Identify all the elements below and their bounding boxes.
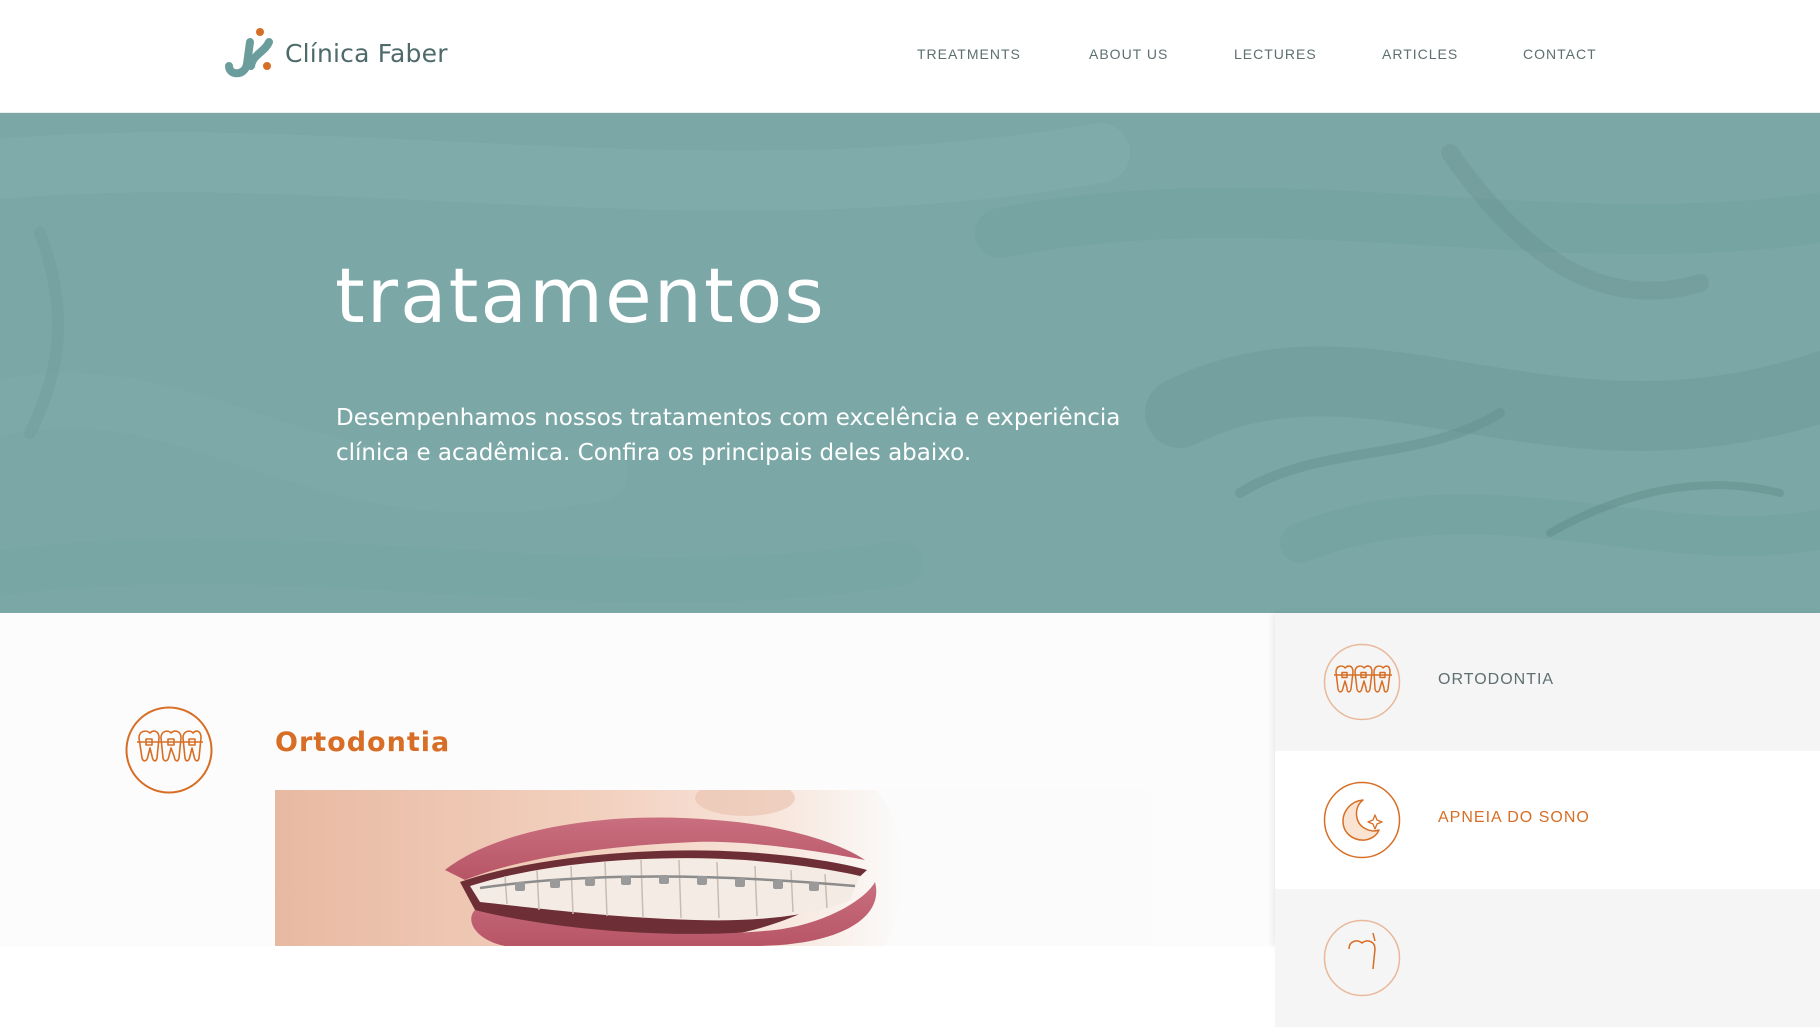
brand-name: Clínica Faber <box>285 38 448 68</box>
section-title: Ortodontia <box>275 727 451 758</box>
nav-contact[interactable]: CONTACT <box>1523 46 1597 62</box>
nav-articles[interactable]: ARTICLES <box>1382 46 1458 62</box>
braces-teeth-icon <box>1323 643 1401 721</box>
hero-description: Desempenhamos nossos tratamentos com exc… <box>336 405 1121 466</box>
nav-about-us[interactable]: ABOUT US <box>1089 46 1168 62</box>
nav-lectures[interactable]: LECTURES <box>1234 46 1317 62</box>
sidebar-item-label: ORTODONTIA <box>1438 671 1555 688</box>
hero-title: tratamentos <box>335 251 826 340</box>
moon-star-icon <box>1323 781 1401 859</box>
brushstroke-background <box>0 123 1820 603</box>
braces-teeth-icon <box>125 706 213 794</box>
sidebar-item-ortodontia[interactable]: ORTODONTIA <box>1275 613 1820 751</box>
treatments-sidebar: ORTODONTIA APNEIA DO SONO <box>1275 613 1820 1027</box>
sidebar-item-label: APNEIA DO SONO <box>1438 809 1590 826</box>
smile-with-braces-photo <box>275 790 1151 946</box>
tooth-icon <box>1323 919 1401 997</box>
site-header: Clínica Faber TREATMENTS ABOUT US LECTUR… <box>0 0 1820 113</box>
sidebar-item-apneia-do-sono[interactable]: APNEIA DO SONO <box>1275 751 1820 889</box>
sidebar-item-third[interactable] <box>1275 889 1820 1027</box>
nav-treatments[interactable]: TREATMENTS <box>917 46 1021 62</box>
treatment-content: Ortodontia <box>0 613 1275 946</box>
clinica-faber-logo-icon <box>225 28 273 78</box>
site-logo[interactable]: Clínica Faber <box>223 26 448 80</box>
hero-banner: tratamentos Desempenhamos nossos tratame… <box>0 113 1820 613</box>
